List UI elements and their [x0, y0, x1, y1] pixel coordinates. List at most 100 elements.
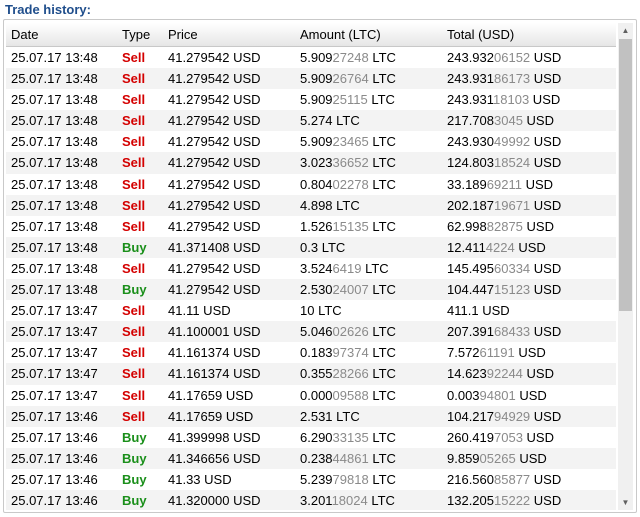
- col-header-price[interactable]: Price: [168, 23, 198, 46]
- amount-tail: 79818: [332, 471, 369, 487]
- trade-price: 41.279542 USD: [168, 155, 261, 171]
- trade-price: 41.279542 USD: [168, 197, 261, 213]
- total-main: 104.217: [447, 408, 494, 424]
- trade-amount: 2.531 LTC: [300, 406, 360, 427]
- trade-amount: 4.898 LTC: [300, 195, 360, 216]
- total-main: 243.932: [447, 50, 494, 65]
- amount-unit: LTC: [318, 239, 346, 255]
- trade-type: Sell: [122, 260, 146, 276]
- table-row: 25.07.17 13:48 Sell 41.279542 USD 5.274 LTC…: [6, 110, 616, 132]
- table-row: 25.07.17 13:46 Sell 41.17659 USD 2.531 LTC 1…: [6, 405, 616, 427]
- amount-tail: 44861: [332, 450, 369, 466]
- trade-amount: 3.20118024 LTC: [300, 490, 395, 510]
- total-unit: USD: [529, 92, 561, 108]
- total-unit: USD: [530, 492, 562, 508]
- trade-total: 12.4114224 USD: [447, 237, 546, 258]
- amount-tail: 97374: [332, 345, 369, 361]
- total-main: 202.187: [447, 197, 494, 213]
- trade-type: Sell: [122, 134, 146, 150]
- trade-date: 25.07.17 13:48: [11, 155, 98, 171]
- trade-price: 41.17659 USD: [168, 408, 254, 424]
- amount-main: 5.239: [300, 471, 333, 487]
- amount-main: 5.274: [300, 113, 333, 129]
- amount-unit: LTC: [368, 218, 396, 234]
- amount-main: 0.000: [300, 387, 333, 403]
- total-tail: 7053: [494, 429, 523, 445]
- total-unit: USD: [522, 429, 554, 445]
- trade-date: 25.07.17 13:46: [11, 471, 98, 487]
- scrollbar-thumb[interactable]: [619, 39, 632, 311]
- trade-price: 41.17659 USD: [168, 387, 254, 403]
- amount-tail: 26764: [332, 71, 369, 87]
- trade-history-table: Date Type Price Amount (LTC) Total (USD)…: [6, 23, 616, 510]
- trade-total: 7.57261191 USD: [447, 342, 546, 363]
- trade-price: 41.161374 USD: [168, 345, 261, 361]
- trade-price: 41.279542 USD: [168, 282, 261, 298]
- trade-total: 202.18719671 USD: [447, 195, 561, 216]
- col-header-total[interactable]: Total (USD): [447, 23, 514, 46]
- amount-main: 10: [300, 303, 315, 319]
- total-unit: USD: [522, 218, 554, 234]
- trade-type: Sell: [122, 50, 146, 65]
- trade-amount: 10 LTC: [300, 300, 342, 321]
- trade-price: 41.346656 USD: [168, 450, 261, 466]
- total-unit: USD: [522, 113, 554, 129]
- amount-unit: LTC: [368, 324, 396, 340]
- total-main: 62.998: [447, 218, 487, 234]
- trade-total: 243.93206152 USD: [447, 47, 561, 68]
- trade-amount: 6.29033135 LTC: [300, 427, 396, 448]
- trade-type: Sell: [122, 408, 146, 424]
- amount-tail: 27248: [332, 50, 369, 65]
- total-main: 132.205: [447, 492, 494, 508]
- total-tail: 19671: [494, 197, 531, 213]
- trade-amount: 0.00009588 LTC: [300, 385, 396, 406]
- trade-price: 41.161374 USD: [168, 366, 261, 382]
- amount-tail: 6419: [332, 260, 362, 276]
- total-tail: 49992: [494, 134, 531, 150]
- trade-date: 25.07.17 13:46: [11, 429, 98, 445]
- panel-title: Trade history:: [5, 2, 91, 17]
- amount-main: 3.524: [300, 260, 333, 276]
- scroll-up-arrow-icon[interactable]: ▲: [618, 23, 633, 38]
- trade-type: Sell: [122, 92, 146, 108]
- table-row: 25.07.17 13:48 Buy 41.279542 USD 2.53024007…: [6, 279, 616, 301]
- total-main: 243.930: [447, 134, 494, 150]
- trade-total: 207.39168433 USD: [447, 321, 561, 342]
- amount-unit: LTC: [367, 492, 395, 508]
- trade-date: 25.07.17 13:48: [11, 71, 98, 87]
- amount-main: 5.909: [300, 92, 333, 108]
- amount-main: 4.898: [300, 197, 333, 213]
- table-row: 25.07.17 13:48 Sell 41.279542 USD 4.898 LTC…: [6, 194, 616, 216]
- col-header-amount[interactable]: Amount (LTC): [300, 23, 381, 46]
- trade-total: 243.93049992 USD: [447, 131, 561, 152]
- total-main: 243.931: [447, 71, 494, 87]
- trade-total: 132.20515222 USD: [447, 490, 561, 510]
- amount-main: 0.355: [300, 366, 333, 382]
- table-row: 25.07.17 13:46 Buy 41.346656 USD 0.23844861…: [6, 447, 616, 469]
- trade-price: 41.11 USD: [168, 303, 231, 319]
- total-main: 0.003: [447, 387, 480, 403]
- total-main: 216.560: [447, 471, 494, 487]
- table-header: Date Type Price Amount (LTC) Total (USD): [6, 23, 616, 47]
- total-main: 33.189: [447, 176, 487, 192]
- total-tail: 15123: [494, 282, 531, 298]
- col-header-type[interactable]: Type: [122, 23, 150, 46]
- amount-tail: 23465: [332, 134, 369, 150]
- amount-tail: 15135: [332, 218, 369, 234]
- trade-amount: 3.5246419 LTC: [300, 258, 389, 279]
- vertical-scrollbar[interactable]: ▲ ▼: [618, 23, 633, 510]
- trade-date: 25.07.17 13:47: [11, 324, 98, 340]
- scroll-down-arrow-icon[interactable]: ▼: [618, 495, 633, 510]
- amount-main: 0.804: [300, 176, 333, 192]
- trade-total: 243.93186173 USD: [447, 68, 561, 89]
- trade-amount: 5.90926764 LTC: [300, 68, 396, 89]
- trade-amount: 0.35528266 LTC: [300, 363, 396, 384]
- table-row: 25.07.17 13:46 Buy 41.320000 USD 3.20118024…: [6, 489, 616, 510]
- trade-date: 25.07.17 13:46: [11, 450, 98, 466]
- trade-date: 25.07.17 13:47: [11, 387, 98, 403]
- trade-price: 41.371408 USD: [168, 239, 261, 255]
- col-header-date[interactable]: Date: [11, 23, 38, 46]
- amount-main: 0.238: [300, 450, 333, 466]
- total-unit: USD: [530, 282, 562, 298]
- amount-tail: 18024: [331, 492, 368, 508]
